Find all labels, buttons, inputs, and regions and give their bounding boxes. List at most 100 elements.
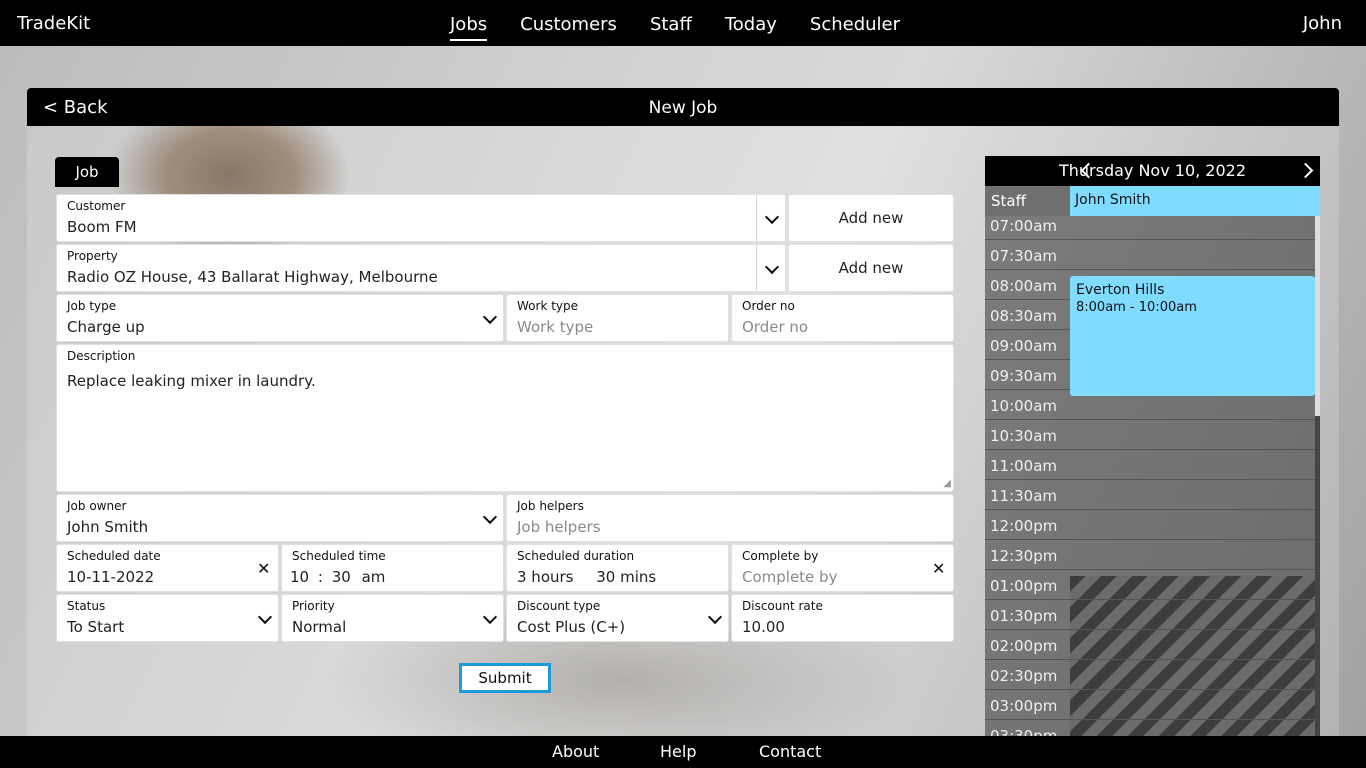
work-type-placeholder: Work type	[517, 318, 594, 336]
job-type-label: Job type	[67, 299, 117, 313]
customer-select[interactable]: Customer Boom FM	[56, 194, 786, 242]
scheduler-header: Thursday Nov 10, 2022	[985, 156, 1320, 186]
time-slot-label: 03:30pm	[985, 720, 1315, 736]
clear-complete-by-icon[interactable]: ✕	[932, 559, 945, 578]
scheduled-time-label: Scheduled time	[292, 549, 386, 563]
chevron-down-icon[interactable]	[482, 609, 498, 625]
scheduled-date-field[interactable]: Scheduled date 10-11-2022 ✕	[56, 544, 279, 592]
page-title: New Job	[648, 98, 718, 118]
submit-button[interactable]: Submit	[459, 663, 551, 693]
priority-label: Priority	[292, 599, 335, 613]
status-select[interactable]: Status To Start	[56, 594, 279, 642]
time-slot-label: 02:00pm	[985, 630, 1315, 660]
time-slot-label: 12:00pm	[985, 510, 1315, 540]
appointment-title: Everton Hills	[1076, 282, 1165, 298]
scheduled-time-field[interactable]: Scheduled time 10 : 30 am	[281, 544, 504, 592]
time-slot-label: 12:30pm	[985, 540, 1315, 570]
nav-jobs[interactable]: Jobs	[450, 0, 488, 41]
time-hour[interactable]: 10	[290, 568, 309, 586]
duration-mins[interactable]: 30 mins	[596, 568, 656, 586]
scheduled-duration-label: Scheduled duration	[517, 549, 635, 563]
time-slot-label: 11:00am	[985, 450, 1315, 480]
chevron-down-icon[interactable]	[482, 309, 498, 325]
time-slot-label: 01:30pm	[985, 600, 1315, 630]
chevron-down-icon[interactable]	[707, 609, 723, 625]
description-value: Replace leaking mixer in laundry.	[67, 372, 316, 390]
main-nav: Jobs Customers Staff Today Scheduler	[450, 0, 933, 46]
property-label: Property	[67, 249, 118, 263]
time-slot-label: 01:00pm	[985, 570, 1315, 600]
job-helpers-label: Job helpers	[517, 499, 584, 513]
discount-rate-field[interactable]: Discount rate 10.00	[731, 594, 954, 642]
appointment-block[interactable]: Everton Hills 8:00am - 10:00am	[1070, 276, 1315, 396]
complete-by-field[interactable]: Complete by Complete by ✕	[731, 544, 954, 592]
day-scheduler: Thursday Nov 10, 2022 Staff John Smith 0…	[985, 156, 1320, 736]
time-slot-label: 11:30am	[985, 480, 1315, 510]
scrollbar-thumb[interactable]	[1315, 216, 1320, 416]
property-value: Radio OZ House, 43 Ballarat Highway, Mel…	[67, 268, 438, 286]
clear-date-icon[interactable]: ✕	[257, 559, 270, 578]
complete-by-label: Complete by	[742, 549, 819, 563]
select-divider	[756, 245, 757, 291]
time-slot-label: 10:30am	[985, 420, 1315, 450]
job-type-value: Charge up	[67, 318, 145, 336]
select-divider	[756, 195, 757, 241]
discount-type-select[interactable]: Discount type Cost Plus (C+)	[506, 594, 729, 642]
nav-staff[interactable]: Staff	[650, 0, 692, 41]
order-no-label: Order no	[742, 299, 795, 313]
time-slot-label: 07:00am	[985, 210, 1315, 240]
panel-header: < Back New Job	[27, 88, 1339, 126]
user-menu[interactable]: John	[1303, 13, 1342, 34]
job-helpers-placeholder: Job helpers	[517, 518, 601, 536]
discount-type-label: Discount type	[517, 599, 601, 613]
job-owner-value: John Smith	[67, 518, 149, 536]
description-textarea[interactable]: Description Replace leaking mixer in lau…	[56, 344, 954, 492]
chevron-down-icon[interactable]	[764, 259, 780, 275]
complete-by-placeholder: Complete by	[742, 568, 838, 586]
work-type-field[interactable]: Work type Work type	[506, 294, 729, 342]
time-slot-label: 07:30am	[985, 240, 1315, 270]
scheduled-duration-field[interactable]: Scheduled duration 3 hours 30 mins	[506, 544, 729, 592]
time-ampm[interactable]: am	[362, 568, 386, 586]
top-navbar: TradeKit Jobs Customers Staff Today Sche…	[0, 0, 1366, 46]
time-separator: :	[317, 568, 323, 586]
job-helpers-field[interactable]: Job helpers Job helpers	[506, 494, 954, 542]
priority-value: Normal	[292, 618, 347, 636]
chevron-down-icon[interactable]	[257, 609, 273, 625]
chevron-down-icon[interactable]	[764, 209, 780, 225]
customer-value: Boom FM	[67, 218, 137, 236]
nav-scheduler[interactable]: Scheduler	[810, 0, 900, 41]
scheduled-time-value: 10 : 30 am	[290, 568, 385, 586]
job-owner-select[interactable]: Job owner John Smith	[56, 494, 504, 542]
discount-rate-value: 10.00	[742, 618, 785, 636]
resize-handle-icon[interactable]: ◢	[943, 478, 951, 489]
discount-type-value: Cost Plus (C+)	[517, 618, 626, 636]
customer-label: Customer	[67, 199, 126, 213]
appointment-time: 8:00am - 10:00am	[1076, 300, 1197, 315]
order-no-placeholder: Order no	[742, 318, 809, 336]
add-new-customer-button[interactable]: Add new	[788, 194, 954, 242]
job-type-select[interactable]: Job type Charge up	[56, 294, 504, 342]
footer-help-link[interactable]: Help	[660, 742, 696, 761]
duration-hours[interactable]: 3 hours	[517, 568, 573, 586]
description-label: Description	[67, 349, 136, 363]
chevron-down-icon[interactable]	[482, 509, 498, 525]
add-new-property-button[interactable]: Add new	[788, 244, 954, 292]
discount-rate-label: Discount rate	[742, 599, 823, 613]
time-slot-label: 03:00pm	[985, 690, 1315, 720]
nav-today[interactable]: Today	[725, 0, 777, 41]
order-no-field[interactable]: Order no Order no	[731, 294, 954, 342]
footer-about-link[interactable]: About	[552, 742, 599, 761]
brand-logo[interactable]: TradeKit	[17, 13, 90, 34]
property-select[interactable]: Property Radio OZ House, 43 Ballarat Hig…	[56, 244, 786, 292]
time-slot-label: 02:30pm	[985, 660, 1315, 690]
tab-job[interactable]: Job	[55, 157, 119, 187]
nav-customers[interactable]: Customers	[520, 0, 617, 41]
footer: About Help Contact	[0, 736, 1366, 768]
priority-select[interactable]: Priority Normal	[281, 594, 504, 642]
scheduler-date: Thursday Nov 10, 2022	[1058, 161, 1247, 180]
work-type-label: Work type	[517, 299, 579, 313]
status-label: Status	[67, 599, 106, 613]
time-minute[interactable]: 30	[332, 568, 351, 586]
footer-contact-link[interactable]: Contact	[759, 742, 821, 761]
